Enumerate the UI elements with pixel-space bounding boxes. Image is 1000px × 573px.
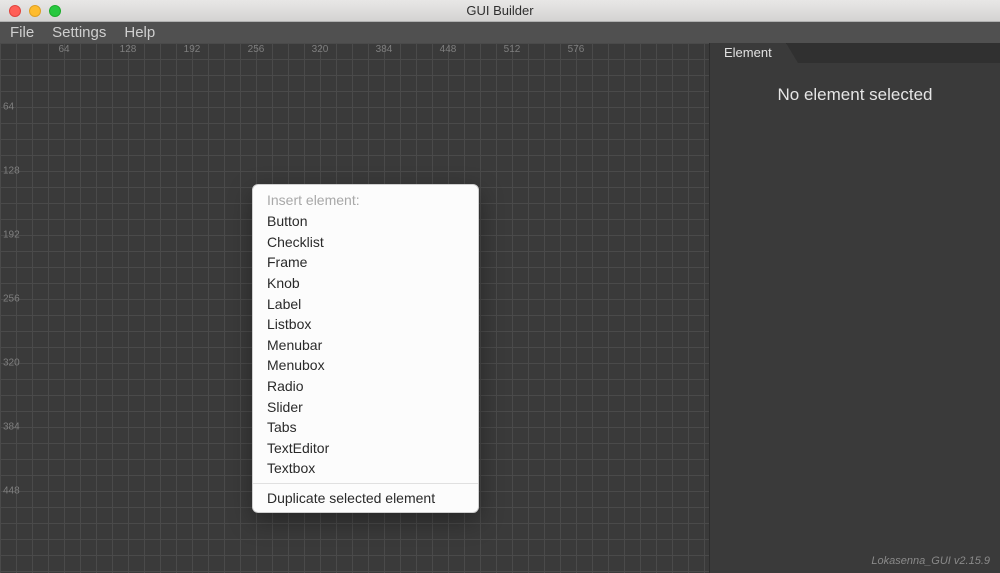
version-label: Lokasenna_GUI v2.15.9	[871, 555, 990, 567]
ruler-top-mark: 512	[504, 44, 521, 55]
ruler-top-mark: 384	[376, 44, 393, 55]
ruler-top-mark: 320	[312, 44, 329, 55]
insert-texteditor[interactable]: TextEditor	[253, 438, 478, 459]
canvas[interactable]: 64 128 192 256 320 384 448 512 576 64 12…	[0, 43, 709, 573]
insert-menubar[interactable]: Menubar	[253, 335, 478, 356]
close-icon[interactable]	[9, 5, 21, 17]
context-menu-header: Insert element:	[253, 189, 478, 211]
ruler-left-mark: 128	[3, 166, 20, 177]
ruler-left-mark: 448	[3, 486, 20, 497]
workspace: 64 128 192 256 320 384 448 512 576 64 12…	[0, 43, 1000, 573]
insert-frame[interactable]: Frame	[253, 252, 478, 273]
ruler-left-mark: 64	[3, 102, 14, 113]
panel-tabs: Element	[710, 43, 1000, 63]
ruler-top-mark: 64	[58, 44, 69, 55]
ruler-top: 64 128 192 256 320 384 448 512 576	[0, 43, 709, 55]
insert-textbox[interactable]: Textbox	[253, 458, 478, 479]
duplicate-selected-element[interactable]: Duplicate selected element	[253, 488, 478, 509]
insert-listbox[interactable]: Listbox	[253, 314, 478, 335]
ruler-left-mark: 192	[3, 230, 20, 241]
ruler-left: 64 128 192 256 320 384 448	[0, 43, 24, 573]
menu-file[interactable]: File	[10, 24, 34, 41]
titlebar: GUI Builder	[0, 0, 1000, 22]
insert-slider[interactable]: Slider	[253, 396, 478, 417]
properties-panel: Element No element selected Lokasenna_GU…	[709, 43, 1000, 573]
ruler-top-mark: 256	[248, 44, 265, 55]
traffic-lights	[0, 5, 61, 17]
insert-tabs[interactable]: Tabs	[253, 417, 478, 438]
menubar: File Settings Help	[0, 22, 1000, 43]
window-title: GUI Builder	[0, 3, 1000, 18]
insert-menubox[interactable]: Menubox	[253, 355, 478, 376]
insert-label[interactable]: Label	[253, 293, 478, 314]
tab-element[interactable]: Element	[710, 43, 787, 63]
insert-checklist[interactable]: Checklist	[253, 232, 478, 253]
insert-button[interactable]: Button	[253, 211, 478, 232]
panel-empty-message: No element selected	[710, 63, 1000, 127]
minimize-icon[interactable]	[29, 5, 41, 17]
ruler-top-mark: 128	[120, 44, 137, 55]
menu-settings[interactable]: Settings	[52, 24, 106, 41]
maximize-icon[interactable]	[49, 5, 61, 17]
insert-radio[interactable]: Radio	[253, 376, 478, 397]
insert-knob[interactable]: Knob	[253, 273, 478, 294]
ruler-left-mark: 320	[3, 358, 20, 369]
context-menu-separator	[253, 483, 478, 484]
ruler-left-mark: 256	[3, 294, 20, 305]
ruler-left-mark: 384	[3, 422, 20, 433]
ruler-top-mark: 448	[440, 44, 457, 55]
ruler-top-mark: 576	[568, 44, 585, 55]
menu-help[interactable]: Help	[124, 24, 155, 41]
context-menu: Insert element: Button Checklist Frame K…	[252, 184, 479, 513]
ruler-top-mark: 192	[184, 44, 201, 55]
